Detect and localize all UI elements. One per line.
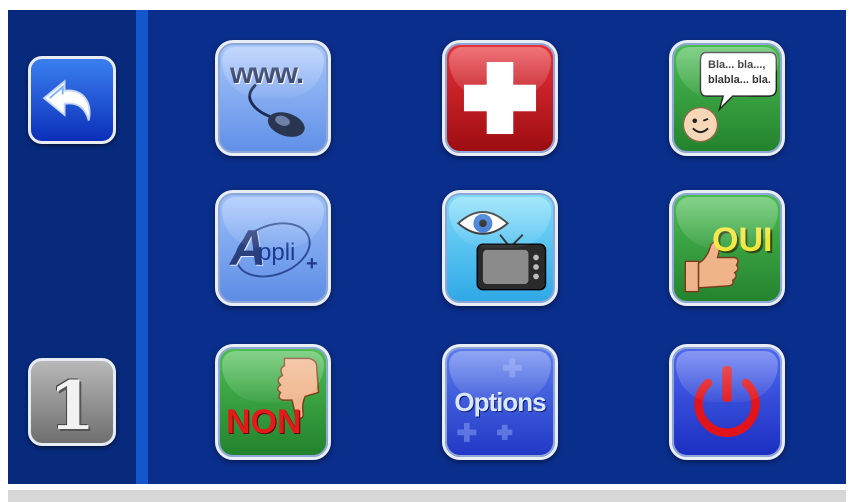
smiley-icon [682, 106, 719, 143]
chat-tile[interactable]: Bla... bla..., blabla... bla. [669, 40, 785, 156]
power-icon [694, 365, 760, 437]
sidebar: 1 [8, 10, 136, 484]
sidebar-divider [136, 10, 148, 484]
yes-tile[interactable]: OUI [669, 190, 785, 306]
page-number: 1 [49, 367, 95, 445]
chat-bubble-line2: blabla... bla. [708, 74, 771, 86]
emergency-tile[interactable] [442, 40, 558, 156]
yes-label: OUI [712, 221, 773, 259]
back-button[interactable] [28, 56, 116, 144]
internet-tile[interactable]: www. [215, 40, 331, 156]
page-number-button[interactable]: 1 [28, 358, 116, 446]
options-tile[interactable]: Options [442, 344, 558, 460]
apps-plus: + [306, 253, 318, 275]
home-screen: 1 www. Bla... bla..., blabla... bla. A p… [8, 10, 846, 484]
chat-bubble-line1: Bla... bla..., [708, 59, 766, 71]
options-label: Options [454, 387, 546, 417]
apps-tile[interactable]: A ppli + [215, 190, 331, 306]
no-label: NON [226, 403, 302, 441]
no-tile[interactable]: NON [215, 344, 331, 460]
internet-label: www. [230, 57, 304, 90]
eye-tv-icon [456, 211, 547, 291]
apps-label-rest: ppli [258, 239, 296, 266]
power-tile[interactable] [669, 344, 785, 460]
back-arrow-icon [42, 79, 91, 121]
tv-tile[interactable] [442, 190, 558, 306]
red-cross-icon [463, 61, 537, 135]
bottom-bar [8, 490, 846, 502]
